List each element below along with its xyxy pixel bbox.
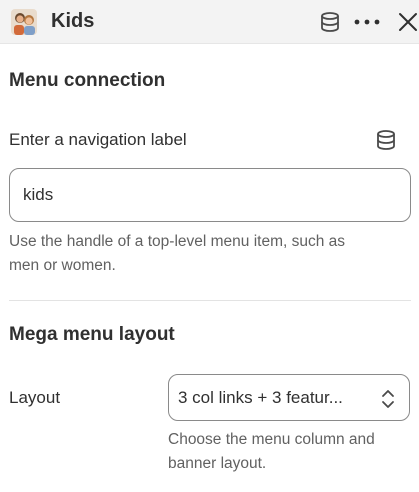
panel-header: Kids [0,0,419,44]
section-divider [9,300,411,301]
kids-thumbnail-image [11,9,37,35]
layout-select[interactable]: 3 col links + 3 featur... [168,374,410,421]
more-options-icon[interactable] [352,10,382,34]
navigation-label-label: Enter a navigation label [9,130,187,149]
layout-help-line-2: banner layout. [168,455,267,472]
mega-menu-layout-heading: Mega menu layout [9,324,175,345]
select-chevrons-icon [377,387,399,411]
navigation-help-line-2: men or women. [9,257,116,274]
navigation-help-line-1: Use the handle of a top-level menu item,… [9,233,346,250]
layout-label: Layout [9,388,61,407]
database-icon[interactable] [318,10,342,34]
close-icon[interactable] [395,9,419,35]
panel-title: Kids [51,10,95,32]
navigation-label-input[interactable] [9,168,411,222]
dynamic-source-database-icon[interactable] [374,128,398,152]
layout-help-line-1: Choose the menu column and [168,431,375,448]
layout-select-value: 3 col links + 3 featur... [178,388,343,407]
menu-connection-heading: Menu connection [9,70,166,91]
